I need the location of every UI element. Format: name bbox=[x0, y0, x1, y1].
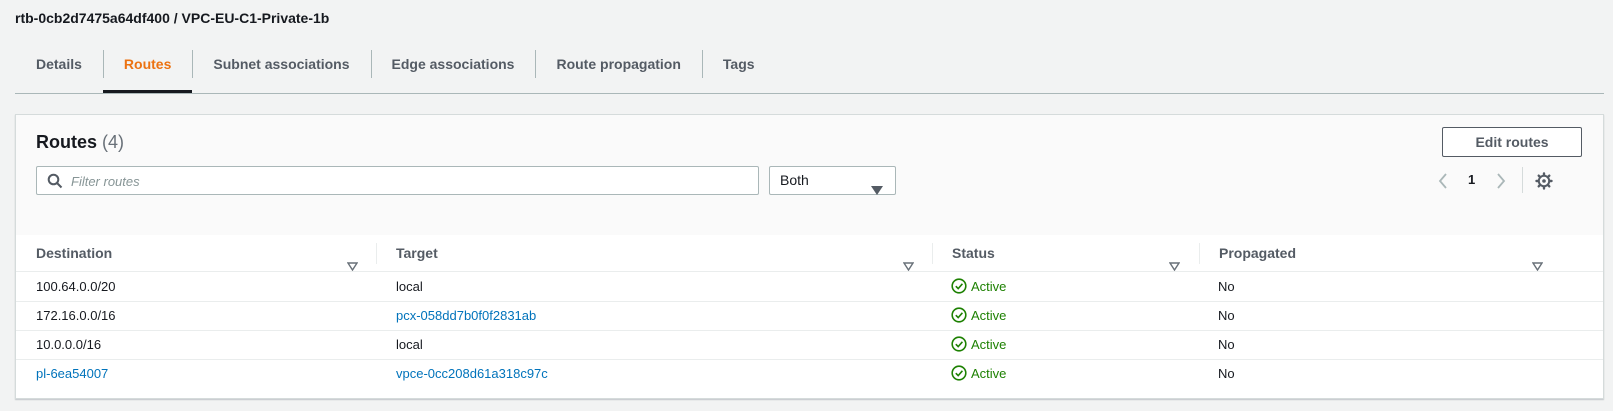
check-circle-icon bbox=[951, 275, 967, 304]
filter-routes-input[interactable] bbox=[69, 167, 753, 196]
page-number[interactable]: 1 bbox=[1468, 171, 1475, 189]
check-circle-icon bbox=[951, 304, 967, 333]
chevron-left-icon[interactable] bbox=[1438, 173, 1448, 194]
status-cell: Active bbox=[951, 272, 1006, 304]
tab-details[interactable]: Details bbox=[15, 46, 103, 92]
table-row[interactable]: 172.16.0.0/16 pcx-058dd7b0f0f2831ab Active… bbox=[16, 301, 1603, 331]
page-title: rtb-0cb2d7475a64df400 / VPC-EU-C1-Privat… bbox=[15, 10, 330, 26]
caret-down-icon bbox=[871, 177, 883, 204]
tab-edge-associations[interactable]: Edge associations bbox=[370, 46, 536, 92]
route-type-select-value: Both bbox=[780, 172, 809, 188]
status-cell: Active bbox=[951, 330, 1006, 362]
status-text: Active bbox=[971, 279, 1007, 294]
tab-route-propagation[interactable]: Route propagation bbox=[535, 46, 701, 92]
column-propagated[interactable]: Propagated bbox=[1219, 235, 1569, 272]
target-cell: local bbox=[396, 337, 423, 352]
edit-routes-button[interactable]: Edit routes bbox=[1442, 127, 1582, 157]
target-link[interactable]: vpce-0cc208d61a318c97c bbox=[396, 359, 548, 388]
status-cell: Active bbox=[951, 359, 1006, 391]
chevron-right-icon[interactable] bbox=[1496, 173, 1506, 194]
filter-box bbox=[36, 166, 759, 196]
check-circle-icon bbox=[951, 333, 967, 362]
column-target[interactable]: Target bbox=[396, 235, 936, 272]
column-divider bbox=[376, 243, 377, 264]
table-header: Destination Target Status Propagated bbox=[16, 235, 1603, 272]
table-row[interactable]: 10.0.0.0/16 local Active No bbox=[16, 330, 1603, 360]
destination-cell: 172.16.0.0/16 bbox=[36, 308, 116, 323]
tab-routes[interactable]: Routes bbox=[102, 46, 193, 93]
gear-icon[interactable] bbox=[1535, 172, 1553, 195]
column-status-label: Status bbox=[952, 245, 995, 261]
status-cell: Active bbox=[951, 301, 1006, 333]
table-row[interactable]: pl-6ea54007 vpce-0cc208d61a318c97c Active N… bbox=[16, 359, 1603, 388]
target-link[interactable]: pcx-058dd7b0f0f2831ab bbox=[396, 301, 536, 330]
check-circle-icon bbox=[951, 362, 967, 391]
column-divider bbox=[932, 243, 933, 264]
propagated-cell: No bbox=[1218, 337, 1235, 352]
destination-link[interactable]: pl-6ea54007 bbox=[36, 359, 108, 388]
tab-subnet-associations[interactable]: Subnet associations bbox=[192, 46, 370, 92]
column-target-label: Target bbox=[396, 245, 438, 261]
column-destination-label: Destination bbox=[36, 245, 113, 261]
tab-tags[interactable]: Tags bbox=[701, 46, 776, 92]
routes-panel-header: Routes (4) Edit routes Both 1 bbox=[16, 115, 1603, 235]
routes-title: Routes (4) bbox=[36, 132, 124, 153]
propagated-cell: No bbox=[1218, 366, 1235, 381]
routes-title-text: Routes bbox=[36, 132, 98, 152]
column-status[interactable]: Status bbox=[952, 235, 1202, 272]
destination-cell: 100.64.0.0/20 bbox=[36, 279, 116, 294]
routes-count: (4) bbox=[102, 132, 125, 152]
propagated-cell: No bbox=[1218, 308, 1235, 323]
destination-cell: 10.0.0.0/16 bbox=[36, 337, 102, 352]
routes-panel: Routes (4) Edit routes Both 1 bbox=[15, 114, 1604, 399]
status-text: Active bbox=[971, 308, 1007, 323]
propagated-cell: No bbox=[1218, 279, 1235, 294]
route-type-select[interactable]: Both bbox=[769, 166, 896, 195]
column-propagated-label: Propagated bbox=[1219, 245, 1297, 261]
column-divider bbox=[1199, 243, 1200, 264]
status-text: Active bbox=[971, 366, 1007, 381]
target-cell: local bbox=[396, 279, 423, 294]
table-row[interactable]: 100.64.0.0/20 local Active No bbox=[16, 272, 1603, 302]
pager-divider bbox=[1522, 167, 1523, 193]
search-icon bbox=[47, 173, 63, 194]
tab-bar: Details Routes Subnet associations Edge … bbox=[15, 46, 1604, 94]
status-text: Active bbox=[971, 337, 1007, 352]
column-destination[interactable]: Destination bbox=[36, 235, 376, 272]
